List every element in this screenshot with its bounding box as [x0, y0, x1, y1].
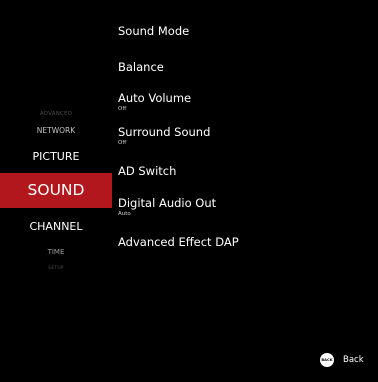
menu-item-value: Off [118, 106, 127, 112]
menu-item-label: AD Switch [118, 164, 177, 178]
nav-item-setup[interactable]: SETUP [0, 266, 112, 271]
menu-item-digital-audio-out[interactable]: Digital Audio Out Auto [118, 196, 368, 218]
nav-item-sound[interactable]: SOUND [0, 173, 112, 208]
menu-item-label: Sound Mode [118, 24, 190, 38]
nav-item-time[interactable]: TIME [0, 248, 112, 256]
menu-item-label: Digital Audio Out [118, 196, 217, 210]
nav-item-advanced[interactable]: ADVANCED [0, 111, 112, 117]
menu-item-ad-switch[interactable]: AD Switch [118, 164, 368, 178]
sound-options-list: Sound Mode Balance Auto Volume Off Surro… [118, 0, 368, 382]
menu-item-label: Auto Volume [118, 91, 192, 105]
nav-item-picture[interactable]: PICTURE [0, 150, 112, 163]
menu-item-sound-mode[interactable]: Sound Mode [118, 24, 368, 38]
nav-item-network[interactable]: NETWORK [0, 126, 112, 135]
menu-item-auto-volume[interactable]: Auto Volume Off [118, 91, 368, 113]
menu-item-balance[interactable]: Balance [118, 60, 368, 74]
menu-item-value: Auto [118, 211, 131, 217]
menu-item-advanced-effect-dap[interactable]: Advanced Effect DAP [118, 235, 368, 249]
menu-item-label: Surround Sound [118, 125, 211, 139]
menu-item-label: Advanced Effect DAP [118, 235, 239, 249]
back-key-icon: BACK [320, 353, 334, 367]
nav-item-channel[interactable]: CHANNEL [0, 220, 112, 233]
category-nav: ADVANCED NETWORK PICTURE SOUND CHANNEL T… [0, 0, 112, 382]
menu-item-surround-sound[interactable]: Surround Sound Off [118, 125, 368, 147]
back-hint[interactable]: BACK Back [320, 353, 364, 367]
menu-item-label: Balance [118, 60, 164, 74]
menu-item-value: Off [118, 140, 127, 146]
back-label: Back [343, 355, 364, 365]
sound-settings-screen: ADVANCED NETWORK PICTURE SOUND CHANNEL T… [0, 0, 378, 382]
